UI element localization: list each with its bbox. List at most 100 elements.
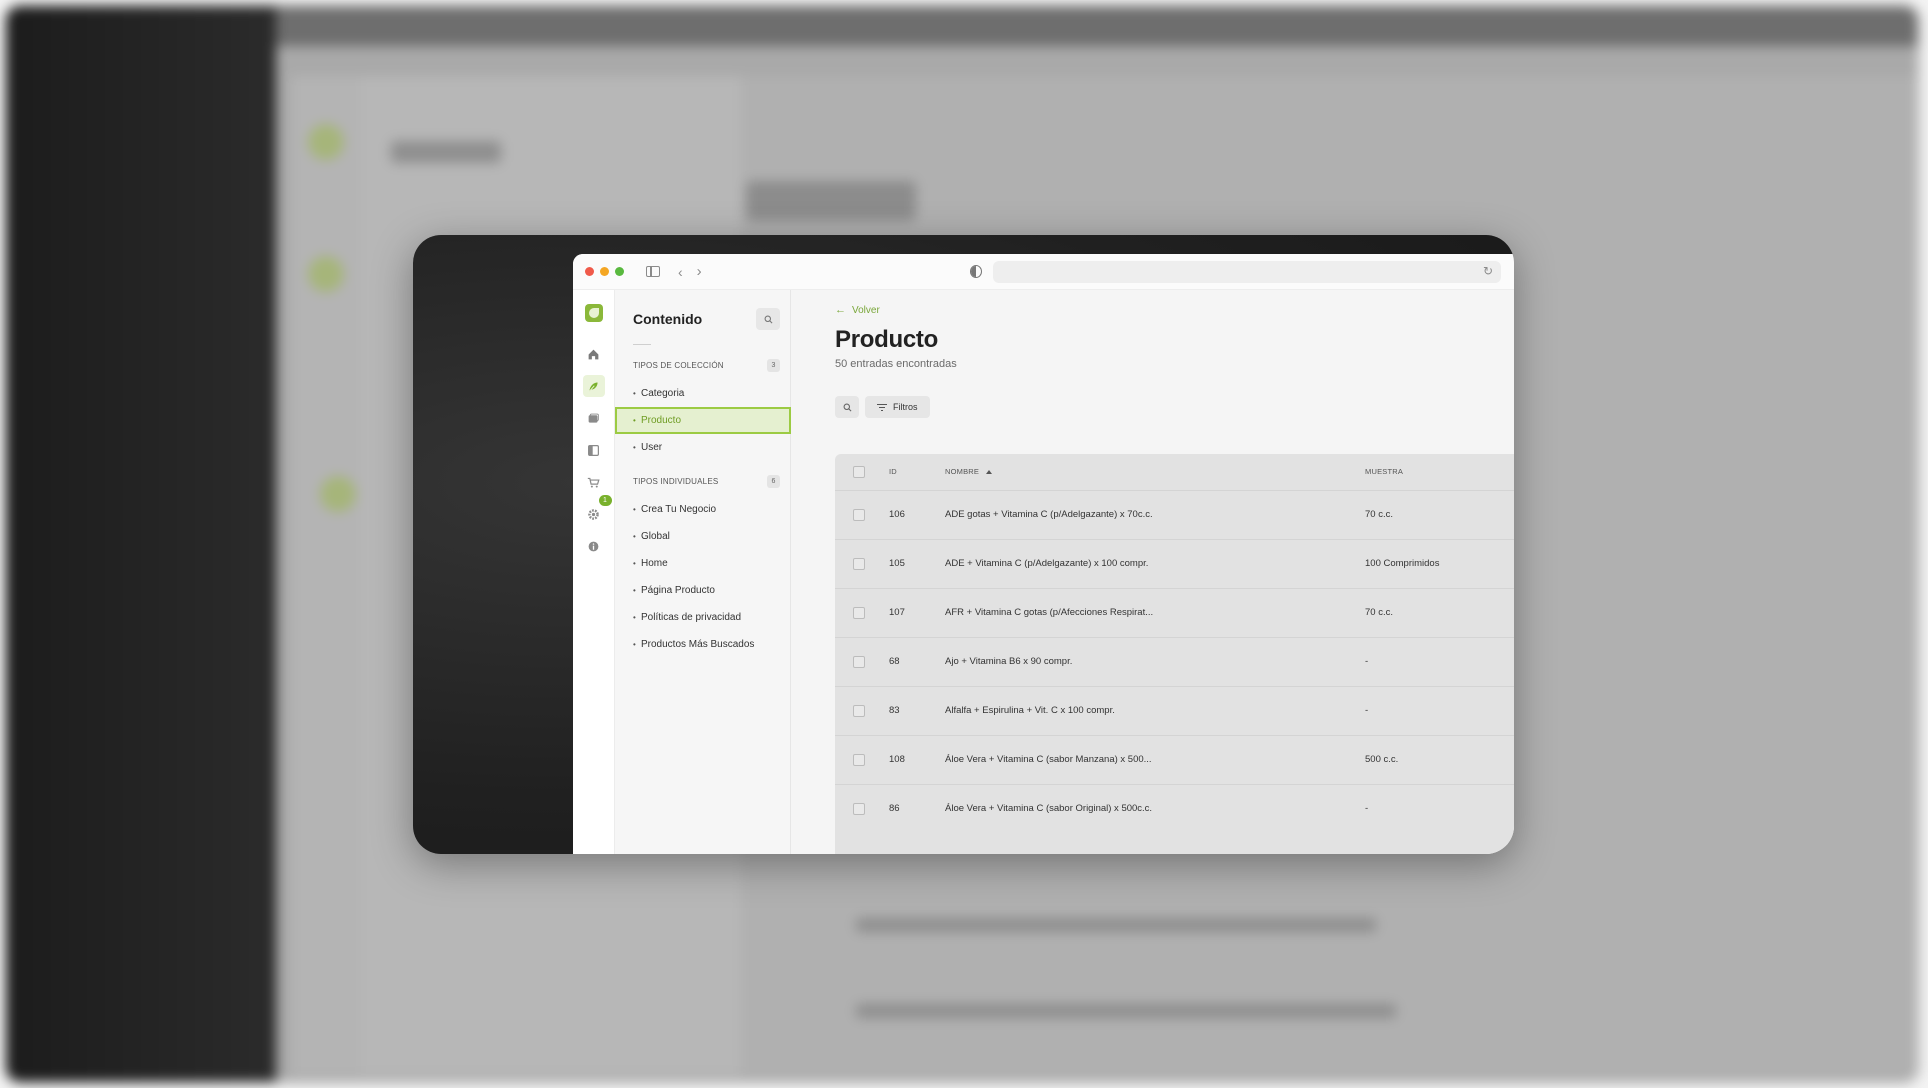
column-header-name[interactable]: NOMBRE bbox=[945, 454, 1365, 490]
nav-settings[interactable]: 1 bbox=[583, 495, 612, 525]
browser-window: ‹ › ↻ 1 Contenido TIPOS DE COLECCIÓN 3 •… bbox=[573, 254, 1514, 854]
gear-icon bbox=[588, 508, 599, 520]
filter-icon bbox=[877, 403, 887, 411]
browser-toolbar: ‹ › ↻ bbox=[573, 254, 1514, 290]
sidebar-toggle-icon[interactable] bbox=[646, 266, 660, 277]
cell-name: Áloe Vera + Vitamina C (sabor Manzana) x… bbox=[945, 754, 1152, 765]
cell-sample: 70 c.c. bbox=[1365, 509, 1393, 520]
background-dark-panel bbox=[6, 6, 276, 1082]
background-badge bbox=[320, 476, 356, 512]
forward-chevron-icon[interactable]: › bbox=[697, 264, 702, 279]
background-active-icon bbox=[308, 256, 344, 292]
cell-sample: - bbox=[1365, 656, 1369, 667]
content-search-button[interactable] bbox=[756, 308, 780, 330]
single-types-section[interactable]: TIPOS INDIVIDUALES 6 bbox=[615, 475, 780, 488]
arrow-left-icon: ← bbox=[835, 304, 846, 316]
row-checkbox[interactable] bbox=[853, 704, 865, 717]
filters-label: Filtros bbox=[893, 402, 918, 412]
minimize-window-button[interactable] bbox=[600, 267, 609, 276]
cell-id: 107 bbox=[889, 607, 905, 618]
sidebar-item-pagina-producto[interactable]: Página Producto bbox=[615, 577, 780, 604]
images-icon bbox=[588, 413, 599, 423]
select-all-checkbox[interactable] bbox=[853, 465, 865, 478]
row-checkbox[interactable] bbox=[853, 606, 865, 619]
column-header-name-label: NOMBRE bbox=[945, 467, 980, 477]
nav-info[interactable] bbox=[583, 535, 605, 557]
sidebar-item-home[interactable]: Home bbox=[615, 550, 780, 577]
privacy-shield-icon[interactable] bbox=[970, 265, 982, 278]
table-row[interactable]: 106 ADE gotas + Vitamina C (p/Adelgazant… bbox=[835, 490, 1514, 539]
background-row bbox=[856, 1004, 1396, 1018]
cell-name: Áloe Vera + Vitamina C (sabor Original) … bbox=[945, 803, 1153, 815]
cell-sample: 100 Comprimidos bbox=[1365, 558, 1440, 569]
row-checkbox[interactable] bbox=[853, 557, 865, 570]
table-row[interactable]: 105 ADE + Vitamina C (p/Adelgazante) x 1… bbox=[835, 539, 1514, 588]
table-row[interactable]: 83 Alfalfa + Espirulina + Vit. C x 100 c… bbox=[835, 686, 1514, 735]
cell-id: 68 bbox=[889, 656, 900, 667]
cell-name: Alfalfa + Espirulina + Vit. C x 100 comp… bbox=[945, 705, 1115, 716]
back-chevron-icon[interactable]: ‹ bbox=[678, 265, 683, 279]
info-icon bbox=[588, 541, 599, 551]
row-checkbox[interactable] bbox=[853, 753, 865, 766]
table-row[interactable]: 107 AFR + Vitamina C gotas (p/Afecciones… bbox=[835, 588, 1514, 637]
content-panel-title: Contenido bbox=[633, 311, 703, 327]
sort-ascending-icon[interactable] bbox=[986, 470, 993, 475]
cell-name: AFR + Vitamina C gotas (p/Afecciones Res… bbox=[945, 607, 1154, 618]
showcase-card: ‹ › ↻ 1 Contenido TIPOS DE COLECCIÓN 3 •… bbox=[413, 235, 1514, 854]
close-window-button[interactable] bbox=[585, 267, 594, 276]
entries-table: ID NOMBRE MUESTRA 106 ADE gotas + Vitami… bbox=[835, 454, 1514, 854]
window-controls bbox=[585, 267, 624, 276]
nav-marketplace[interactable] bbox=[583, 471, 605, 493]
background-logo bbox=[308, 124, 344, 160]
filters-button[interactable]: Filtros bbox=[865, 396, 930, 418]
collection-types-section[interactable]: TIPOS DE COLECCIÓN 3 bbox=[615, 359, 780, 372]
table-row[interactable]: 108 Áloe Vera + Vitamina C (sabor Manzan… bbox=[835, 735, 1514, 784]
cell-id: 86 bbox=[889, 803, 900, 815]
column-header-id[interactable]: ID bbox=[889, 454, 945, 490]
table-row[interactable]: 86 Áloe Vera + Vitamina C (sabor Origina… bbox=[835, 784, 1514, 833]
sidebar-item-global[interactable]: Global bbox=[615, 523, 780, 550]
sidebar-item-politicas[interactable]: Políticas de privacidad bbox=[615, 604, 780, 631]
section-label: TIPOS INDIVIDUALES bbox=[633, 477, 719, 486]
cell-id: 106 bbox=[889, 509, 905, 520]
cell-sample: - bbox=[1365, 803, 1369, 815]
maximize-window-button[interactable] bbox=[615, 267, 624, 276]
cell-id: 108 bbox=[889, 754, 905, 765]
cell-sample: 500 c.c. bbox=[1365, 754, 1399, 765]
app-logo[interactable] bbox=[584, 304, 603, 322]
table-row[interactable]: 68 Ajo + Vitamina B6 x 90 compr. - bbox=[835, 637, 1514, 686]
sidebar-item-user[interactable]: User bbox=[615, 434, 780, 461]
row-checkbox[interactable] bbox=[853, 655, 865, 668]
collection-types-list: Categoria Producto User bbox=[615, 380, 791, 461]
address-bar[interactable]: ↻ bbox=[993, 261, 1501, 283]
cell-id: 105 bbox=[889, 558, 905, 569]
back-label: Volver bbox=[852, 304, 880, 316]
sidebar-item-crea-tu-negocio[interactable]: Crea Tu Negocio bbox=[615, 496, 780, 523]
sidebar-item-productos-mas-buscados[interactable]: Productos Más Buscados bbox=[615, 631, 780, 658]
single-types-list: Crea Tu Negocio Global Home Página Produ… bbox=[615, 496, 780, 658]
sidebar-item-producto[interactable]: Producto bbox=[615, 407, 791, 434]
cms-app: 1 Contenido TIPOS DE COLECCIÓN 3 • Categ… bbox=[573, 290, 1514, 854]
reload-icon[interactable]: ↻ bbox=[1483, 264, 1493, 278]
nav-media-library[interactable] bbox=[583, 407, 605, 429]
background-row bbox=[856, 918, 1376, 932]
row-checkbox[interactable] bbox=[853, 508, 865, 521]
back-link[interactable]: ← Volver bbox=[835, 304, 1514, 316]
background-topbar bbox=[276, 6, 1918, 46]
search-icon bbox=[764, 315, 772, 323]
search-icon bbox=[843, 403, 851, 411]
row-checkbox[interactable] bbox=[853, 802, 865, 815]
nav-content-manager[interactable] bbox=[582, 375, 605, 397]
cell-sample: - bbox=[1365, 705, 1369, 716]
column-header-sample[interactable]: MUESTRA bbox=[1365, 454, 1514, 490]
main-nav: 1 bbox=[573, 290, 615, 854]
sidebar-item-categoria[interactable]: Categoria bbox=[615, 380, 780, 407]
nav-home[interactable] bbox=[583, 343, 605, 365]
nav-content-builder[interactable] bbox=[583, 439, 605, 461]
layout-icon bbox=[588, 444, 599, 456]
cell-name: Ajo + Vitamina B6 x 90 compr. bbox=[945, 656, 1073, 667]
feather-icon bbox=[589, 381, 598, 392]
list-view: ← Volver Producto 50 entradas encontrada… bbox=[791, 290, 1514, 854]
list-search-button[interactable] bbox=[835, 396, 859, 418]
section-count: 3 bbox=[767, 359, 780, 372]
